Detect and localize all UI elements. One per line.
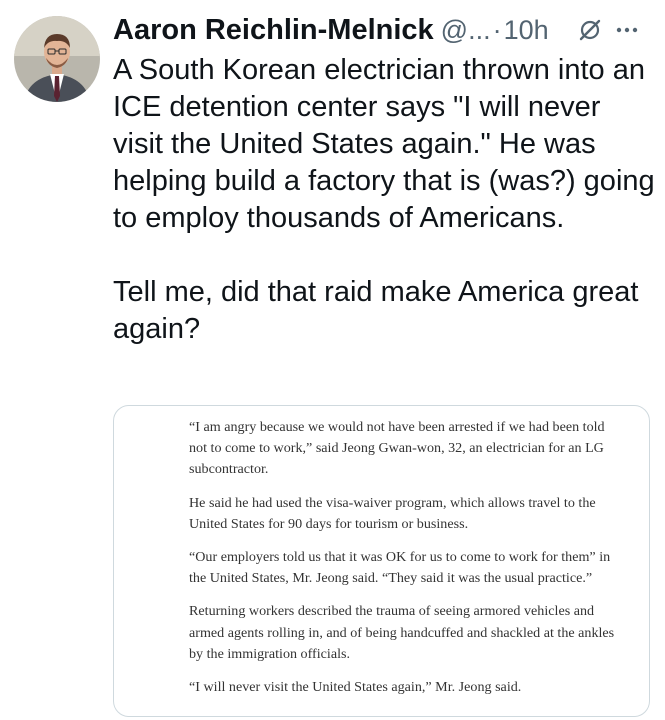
article-paragraph: “Our employers told us that it was OK fo… <box>189 549 611 587</box>
tweet-text: A South Korean electrician thrown into a… <box>113 52 658 348</box>
article-excerpt: “I am angry because we would not have be… <box>189 417 619 710</box>
article-paragraph: He said he had used the visa-waiver prog… <box>189 494 596 532</box>
author-handle[interactable]: @... <box>441 15 491 46</box>
article-paragraph: “I am angry because we would not have be… <box>189 419 605 478</box>
grok-icon[interactable] <box>577 17 603 43</box>
article-screenshot-card[interactable]: “I am angry because we would not have be… <box>113 405 650 717</box>
avatar[interactable] <box>14 16 100 102</box>
separator-dot: · <box>492 14 502 45</box>
tweet-header: Aaron Reichlin-Melnick @... · 10h <box>113 12 655 48</box>
tweet-paragraph: Tell me, did that raid make America grea… <box>113 276 639 345</box>
timestamp[interactable]: 10h <box>504 15 549 46</box>
article-paragraph: “I will never visit the United States ag… <box>189 679 522 696</box>
author-name[interactable]: Aaron Reichlin-Melnick <box>113 14 434 47</box>
more-options-icon[interactable] <box>615 26 639 34</box>
tweet-paragraph: A South Korean electrician thrown into a… <box>113 54 655 234</box>
article-paragraph: Returning workers described the trauma o… <box>189 603 615 662</box>
